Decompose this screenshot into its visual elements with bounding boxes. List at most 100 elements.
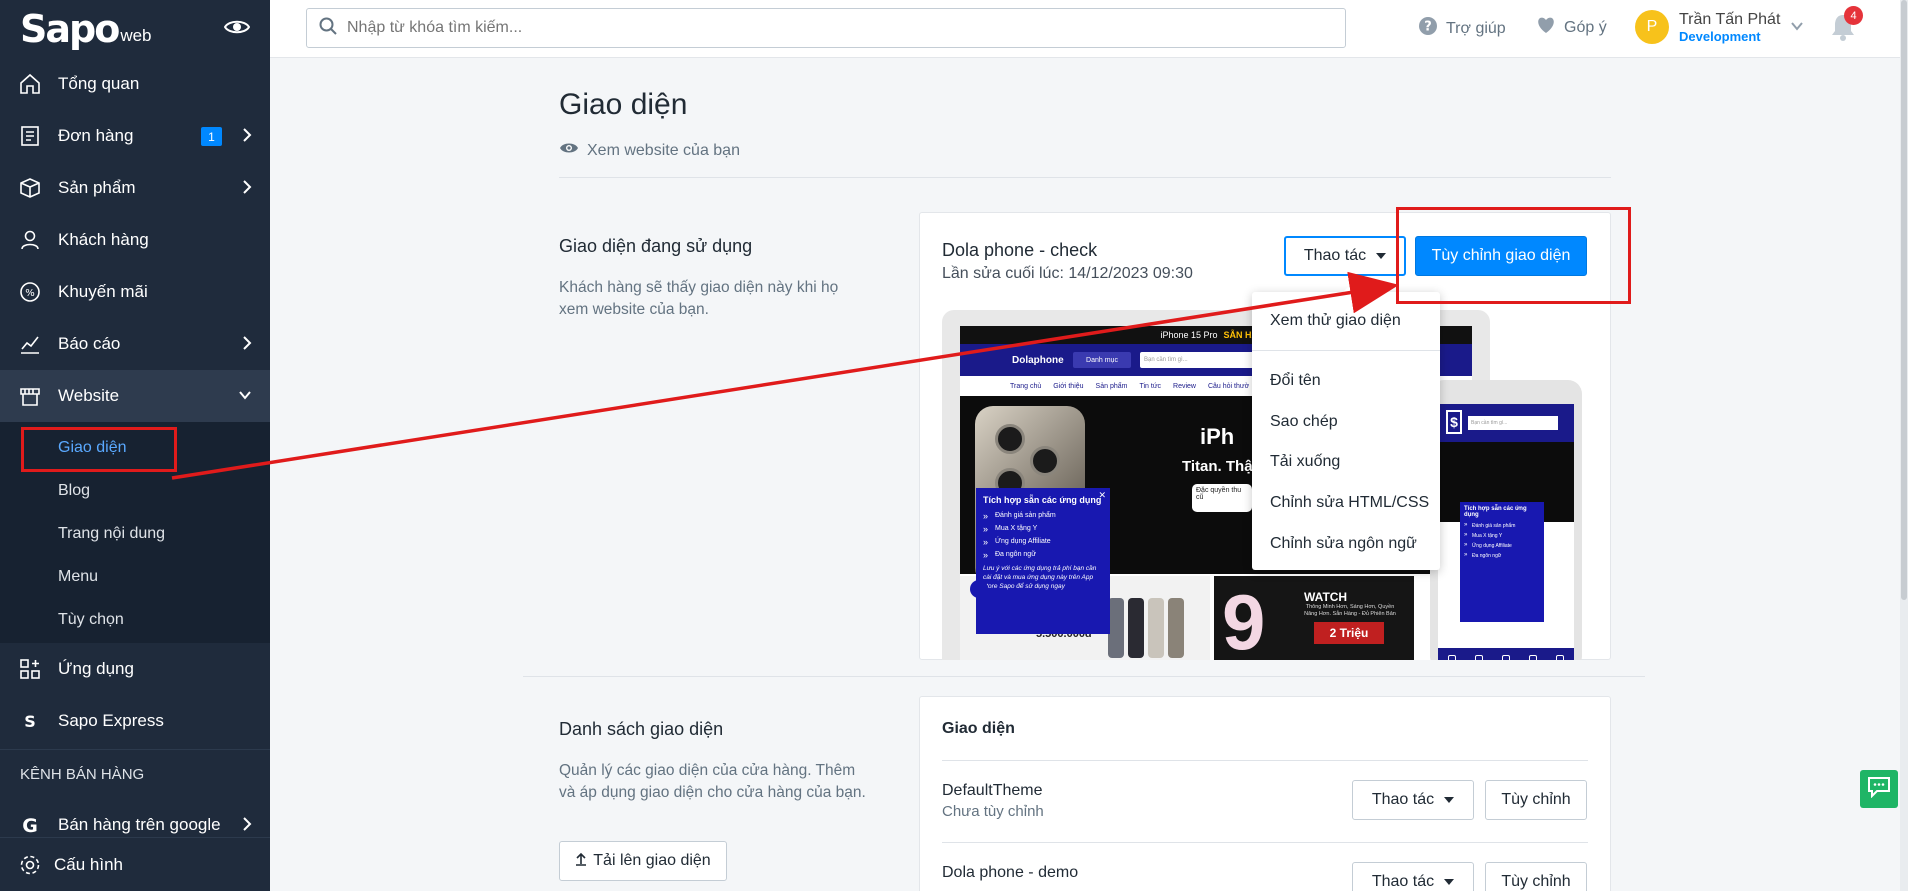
sidebar-item-label: Sapo Express [58, 711, 164, 730]
theme-row-customize-label: Tùy chỉnh [1501, 791, 1571, 808]
subnav-item-pages[interactable]: Trang nội dung [0, 512, 270, 555]
sidebar-item-label: Ứng dụng [58, 659, 134, 678]
theme-row-status: Chưa tùy chỉnh [942, 803, 1044, 820]
mobile-preview-header: $ Bạn cần tìm gì... [1438, 404, 1574, 442]
close-icon: ✕ [1098, 490, 1106, 500]
sidebar-item-label: Khuyến mãi [58, 282, 148, 301]
preview-watch-subtitle: Thông Minh Hơn, Sáng Hơn, Quyền Năng Hơn… [1304, 604, 1396, 617]
chevron-down-icon [1790, 18, 1804, 36]
preview-nav-item: Sản phẩm [1095, 382, 1128, 390]
preview-watch-tile: 9 WATCH Thông Minh Hơn, Sáng Hơn, Quyền … [1214, 576, 1414, 660]
dropdown-item-rename[interactable]: Đổi tên [1270, 372, 1321, 390]
sidebar-item-label: Cấu hình [54, 854, 123, 874]
preview-popup-note: Lưu ý với các ứng dụng trả phí bạn cần c… [983, 565, 1097, 590]
chat-icon [1867, 776, 1891, 803]
subnav-item-blog[interactable]: Blog [0, 469, 270, 512]
subnav-item-menu[interactable]: Menu [0, 555, 270, 598]
dropdown-item-edit-language[interactable]: Chỉnh sửa ngôn ngữ [1270, 535, 1417, 553]
current-theme-last-edit: Lần sửa cuối lúc: 14/12/2023 09:30 [942, 265, 1193, 282]
preview-nav-item: Câu hỏi thườ [1207, 382, 1250, 390]
storefront-icon [18, 384, 42, 408]
theme-row-customize-button[interactable]: Tùy chỉnh [1485, 780, 1587, 820]
user-name: Trần Tấn Phát [1679, 10, 1781, 28]
preview-mini-phone [1168, 598, 1184, 658]
subnav-item-options[interactable]: Tùy chọn [0, 598, 270, 641]
eye-icon[interactable] [223, 18, 251, 41]
sidebar-item-apps[interactable]: Ứng dụng [0, 643, 270, 695]
preview-apps-popup: ✕ Tích hợp sẵn các ứng dụng Đánh giá sản… [976, 488, 1110, 634]
topbar: ? Trợ giúp Góp ý P Trần Tấn Phát Develop… [270, 0, 1908, 58]
user-menu[interactable]: P Trần Tấn Phát Development [1635, 10, 1804, 44]
chevron-right-icon [242, 816, 252, 837]
sapo-express-icon: S [18, 709, 42, 733]
list-divider [942, 760, 1588, 761]
page-scrollbar[interactable] [1900, 0, 1908, 891]
title-divider [559, 177, 1611, 178]
feedback-label: Góp ý [1564, 18, 1607, 36]
help-label: Trợ giúp [1446, 19, 1506, 37]
mobile-preview-popup: Tích hợp sẵn các ứng dụng Đánh giá sản p… [1460, 502, 1544, 622]
dropdown-item-preview[interactable]: Xem thử giao diện [1270, 312, 1401, 330]
sidebar-header: Sapo web [0, 0, 270, 58]
sidebar-item-promotions[interactable]: % Khuyến mãi [0, 266, 270, 318]
section-divider [523, 676, 1645, 677]
theme-row-customize-label: Tùy chỉnh [1501, 873, 1571, 890]
sidebar-item-settings[interactable]: Cấu hình [0, 837, 270, 891]
sidebar-item-label: Báo cáo [58, 334, 121, 353]
svg-text:G: G [22, 815, 38, 836]
feedback-link[interactable]: Góp ý [1536, 16, 1607, 39]
mobile-preview-logo: $ [1446, 410, 1462, 434]
search-input[interactable] [347, 19, 1297, 37]
sidebar-item-sapo-express[interactable]: S Sapo Express [0, 695, 270, 747]
theme-row-actions-button[interactable]: Thao tác [1352, 780, 1474, 820]
view-website-link[interactable]: Xem website của bạn [559, 141, 740, 160]
sidebar-item-website[interactable]: Website [0, 370, 270, 422]
theme-row-customize-button[interactable]: Tùy chỉnh [1485, 862, 1587, 891]
mobile-preview-frame: $ Bạn cần tìm gì... Tích hợp sẵn các ứng… [1430, 380, 1582, 660]
preview-nav-item: Review [1173, 382, 1196, 390]
dropdown-item-edit-html-css[interactable]: Chỉnh sửa HTML/CSS [1270, 494, 1429, 512]
preview-hero-heading: iPh [1200, 424, 1235, 449]
scrollbar-thumb[interactable] [1901, 0, 1907, 600]
sidebar-item-overview[interactable]: Tổng quan [0, 58, 270, 110]
svg-text:S: S [24, 712, 36, 731]
notification-count-badge: 4 [1844, 6, 1863, 25]
upload-theme-label: Tải lên giao diện [593, 852, 711, 869]
theme-row-actions-label: Thao tác [1371, 791, 1435, 808]
preview-nav-item: Giới thiệu [1053, 382, 1084, 390]
sapo-logo[interactable]: Sapo web [20, 7, 152, 51]
upload-theme-button[interactable]: Tải lên giao diện [559, 841, 727, 881]
mobile-popup-item: Đánh giá sản phẩm [1464, 522, 1540, 529]
user-role: Development [1679, 28, 1761, 44]
preview-bell-icon [970, 580, 988, 598]
sidebar-item-products[interactable]: Sản phẩm [0, 162, 270, 214]
sidebar-item-orders[interactable]: Đơn hàng 1 [0, 110, 270, 162]
dropdown-item-download[interactable]: Tải xuống [1270, 453, 1340, 471]
home-icon [1447, 655, 1456, 660]
preview-nav-item: Tin tức [1139, 382, 1162, 390]
orders-count-badge: 1 [201, 127, 222, 146]
logo-sub-text: web [120, 26, 152, 45]
caret-down-icon [1444, 797, 1455, 803]
chat-support-button[interactable] [1860, 770, 1898, 808]
dropdown-item-duplicate[interactable]: Sao chép [1270, 413, 1338, 431]
sidebar-item-customers[interactable]: Khách hàng [0, 214, 270, 266]
sidebar-item-reports[interactable]: Báo cáo [0, 318, 270, 370]
theme-actions-button[interactable]: Thao tác [1284, 236, 1406, 276]
user-icon [18, 228, 42, 252]
mobile-preview-search: Bạn cần tìm gì... [1468, 416, 1558, 430]
chevron-right-icon [242, 179, 252, 200]
heart-icon [1536, 16, 1564, 39]
preview-popup-item: Mua X tặng Y [983, 524, 1103, 534]
preview-promo-text: iPhone 15 Pro [1160, 330, 1218, 340]
search-box[interactable] [306, 8, 1346, 48]
mobile-preview-screen: $ Bạn cần tìm gì... Tích hợp sẵn các ứng… [1438, 404, 1574, 660]
mobile-popup-item: Đa ngôn ngữ [1464, 552, 1540, 559]
help-link[interactable]: ? Trợ giúp [1418, 16, 1506, 41]
preview-popup-item: Đánh giá sản phẩm [983, 511, 1103, 521]
gear-icon [18, 853, 42, 877]
svg-text:%: % [25, 288, 35, 299]
theme-row-actions-button[interactable]: Thao tác [1352, 862, 1474, 891]
chevron-right-icon [242, 335, 252, 356]
camera-lens [995, 424, 1025, 454]
